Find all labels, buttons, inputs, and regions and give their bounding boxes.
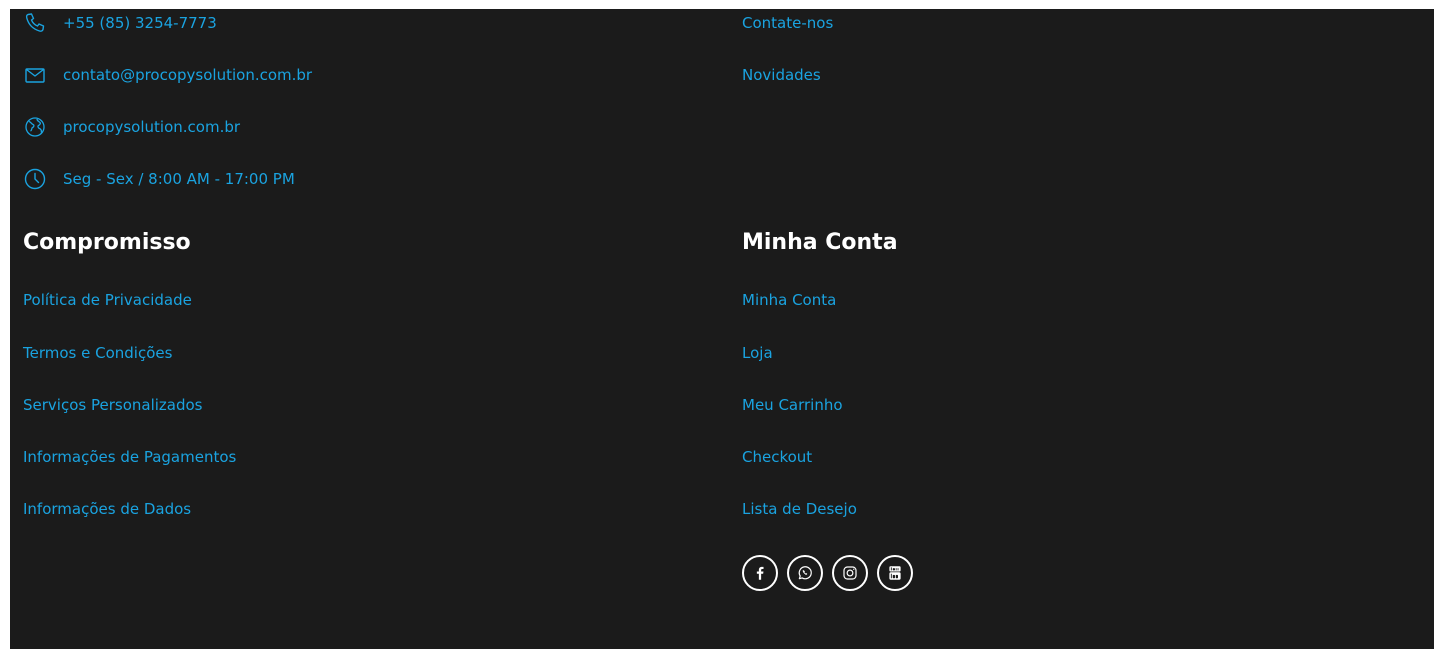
link-novidades[interactable]: Novidades — [742, 66, 821, 84]
link-contate-nos[interactable]: Contate-nos — [742, 14, 833, 32]
clock-icon — [23, 167, 47, 191]
opening-hours: Seg - Sex / 8:00 AM - 17:00 PM — [63, 170, 295, 188]
youtube-icon — [886, 564, 904, 582]
footer: +55 (85) 3254-7773 contato@procopysoluti… — [10, 9, 1434, 649]
facebook-button[interactable] — [742, 555, 778, 591]
link-meu-carrinho[interactable]: Meu Carrinho — [742, 396, 843, 414]
contact-website[interactable]: procopysolution.com.br — [23, 115, 240, 139]
link-informacoes-pagamentos[interactable]: Informações de Pagamentos — [23, 448, 236, 466]
link-termos-condicoes[interactable]: Termos e Condições — [23, 344, 172, 362]
compromisso-heading: Compromisso — [23, 230, 191, 255]
contact-phone[interactable]: +55 (85) 3254-7773 — [23, 11, 217, 35]
link-loja[interactable]: Loja — [742, 344, 773, 362]
whatsapp-button[interactable] — [787, 555, 823, 591]
social-links — [742, 555, 913, 591]
whatsapp-icon — [796, 564, 814, 582]
minha-conta-heading: Minha Conta — [742, 230, 898, 255]
facebook-icon — [751, 564, 769, 582]
instagram-button[interactable] — [832, 555, 868, 591]
website-url: procopysolution.com.br — [63, 118, 241, 136]
email-address: contato@procopysolution.com.br — [63, 66, 313, 84]
link-politica-privacidade[interactable]: Política de Privacidade — [23, 291, 192, 309]
instagram-icon — [841, 564, 859, 582]
contact-email[interactable]: contato@procopysolution.com.br — [23, 63, 312, 87]
mail-icon — [23, 63, 47, 87]
link-servicos-personalizados[interactable]: Serviços Personalizados — [23, 396, 202, 414]
link-checkout[interactable]: Checkout — [742, 448, 812, 466]
link-minha-conta[interactable]: Minha Conta — [742, 291, 836, 309]
contact-hours: Seg - Sex / 8:00 AM - 17:00 PM — [23, 167, 295, 191]
youtube-button[interactable] — [877, 555, 913, 591]
phone-icon — [23, 11, 47, 35]
link-informacoes-dados[interactable]: Informações de Dados — [23, 500, 191, 518]
link-lista-desejo[interactable]: Lista de Desejo — [742, 500, 857, 518]
globe-icon — [23, 115, 47, 139]
phone-number: +55 (85) 3254-7773 — [63, 14, 217, 32]
